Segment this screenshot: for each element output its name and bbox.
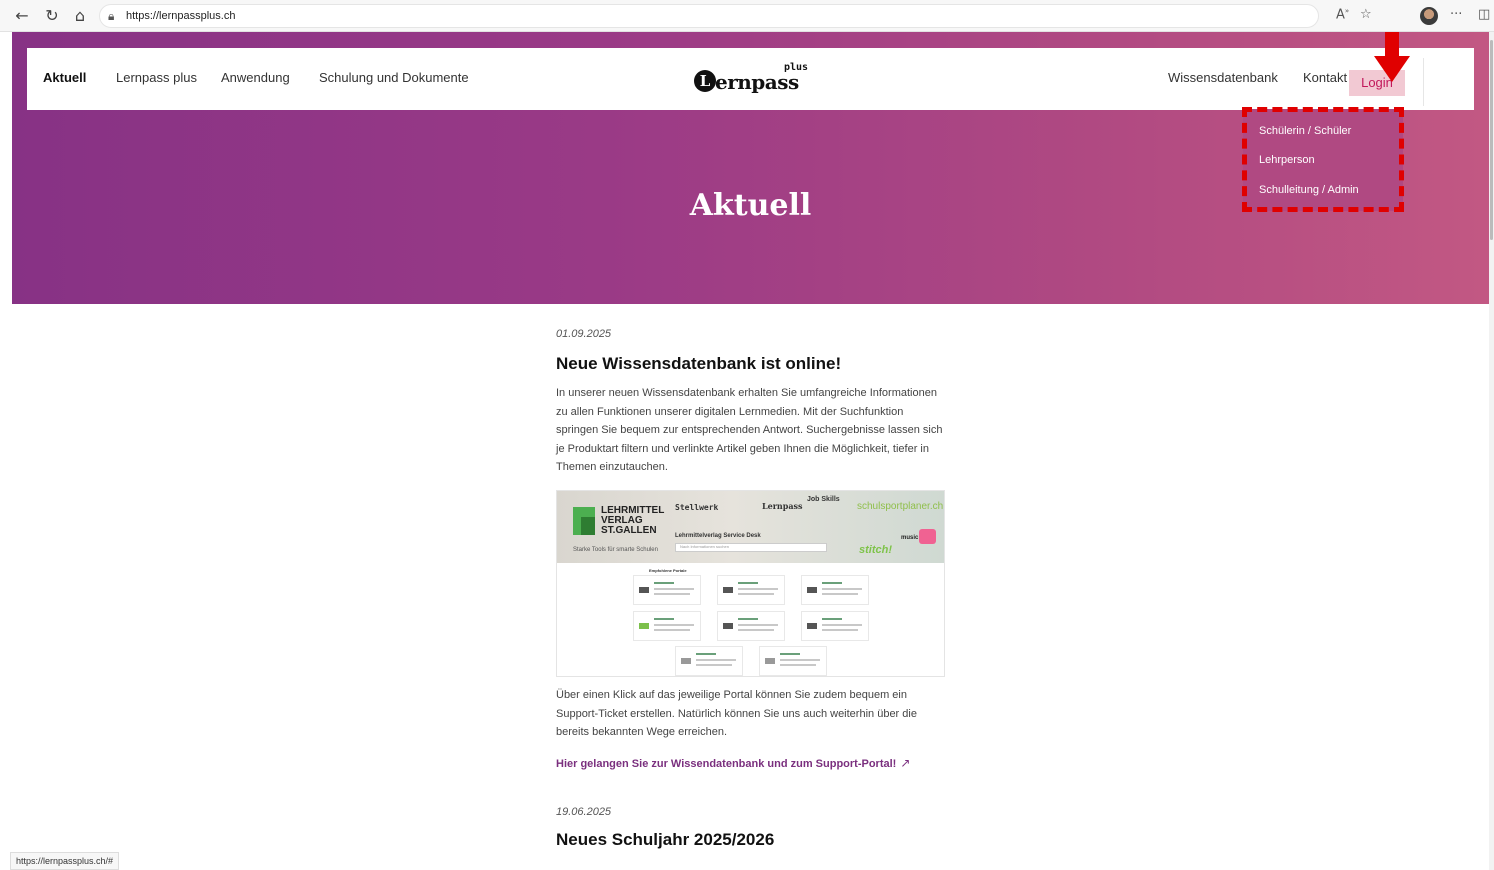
brand-stitch: stitch! [859,544,892,556]
article-date: 19.06.2025 [556,806,612,818]
publisher-logo-mark-inner [581,517,595,535]
support-portal-link[interactable]: Hier gelangen Sie zur Wissendatenbank un… [556,756,910,770]
read-aloud-icon[interactable]: A» [1336,7,1349,22]
address-bar[interactable]: 🔒︎ https://lernpassplus.ch [99,4,1319,28]
page-content: Aktuell Aktuell Lernpass plus Anwendung … [12,32,1489,870]
article-date: 01.09.2025 [556,328,612,340]
more-menu-icon[interactable]: ··· [1450,7,1462,22]
portal-card [801,611,869,641]
portal-card [801,575,869,605]
brand-stellwerk: Stellwerk [675,503,719,512]
back-arrow-icon[interactable]: ← [12,6,32,26]
article-body: In unserer neuen Wissensdatenbank erhalt… [556,387,943,473]
brand-job-skills: Job Skills [807,496,840,503]
portal-card [633,611,701,641]
browser-toolbar: ← ↻ ⌂ 🔒︎ https://lernpassplus.ch A» ☆ ··… [0,0,1494,32]
lock-icon: 🔒︎ [108,9,115,23]
nav-wissensdatenbank[interactable]: Wissensdatenbank [1168,70,1278,85]
nav-kontakt[interactable]: Kontakt [1303,70,1347,85]
nav-aktuell[interactable]: Aktuell [43,70,86,85]
thumbnail-banner: LEHRMITTEL VERLAG ST.GALLEN Starke Tools… [557,491,944,563]
header-divider [1423,58,1424,106]
status-bar-url: https://lernpassplus.ch/# [10,852,120,870]
external-link-icon: ↗ [900,756,911,770]
logo-wordmark: ernpass [715,70,799,94]
address-url: https://lernpassplus.ch [126,10,236,22]
music-box-icon [919,529,936,544]
portal-card [675,646,743,676]
article-title: Neue Wissensdatenbank ist online! [556,354,842,373]
brand-schulsportplaner: schulsportplaner.ch [857,501,944,512]
nav-anwendung[interactable]: Anwendung [221,70,290,85]
article-body-continued: Über einen Klick auf das jeweilige Porta… [556,689,917,738]
scrollbar-thumb[interactable] [1490,40,1493,240]
portal-card [633,575,701,605]
portal-card [717,611,785,641]
article-title: Neues Schuljahr 2025/2026 [556,830,775,849]
logo-mark: L [694,70,716,92]
article-screenshot: LEHRMITTEL VERLAG ST.GALLEN Starke Tools… [556,490,945,677]
publisher-name: LEHRMITTEL VERLAG ST.GALLEN [601,505,665,536]
portals-heading: Empfohlene Portale [649,568,687,573]
support-portal-link-text: Hier gelangen Sie zur Wissendatenbank un… [556,758,897,770]
logo-plus: plus [784,62,809,73]
thumbnail-tagline: Starke Tools für smarte Schulen [573,547,658,553]
brand-lernpass: Lernpass [762,501,803,511]
annotation-highlight-box [1242,107,1404,212]
nav-lernpass-plus[interactable]: Lernpass plus [116,70,197,85]
portal-card [759,646,827,676]
thumbnail-desk-title: Lehrmittelverlag Service Desk [675,533,761,539]
reload-icon[interactable]: ↻ [42,6,62,26]
sidebar-toggle-icon[interactable]: ◫ [1478,7,1490,22]
home-icon[interactable]: ⌂ [70,6,90,26]
favorite-star-icon[interactable]: ☆ [1360,7,1372,22]
thumbnail-search: Nach Informationen suchen [675,543,827,552]
nav-schulung-dokumente[interactable]: Schulung und Dokumente [319,70,469,85]
profile-avatar[interactable] [1420,7,1438,25]
annotation-arrow-icon [1374,32,1410,82]
site-header: Aktuell Lernpass plus Anwendung Schulung… [27,48,1474,110]
portal-card [717,575,785,605]
